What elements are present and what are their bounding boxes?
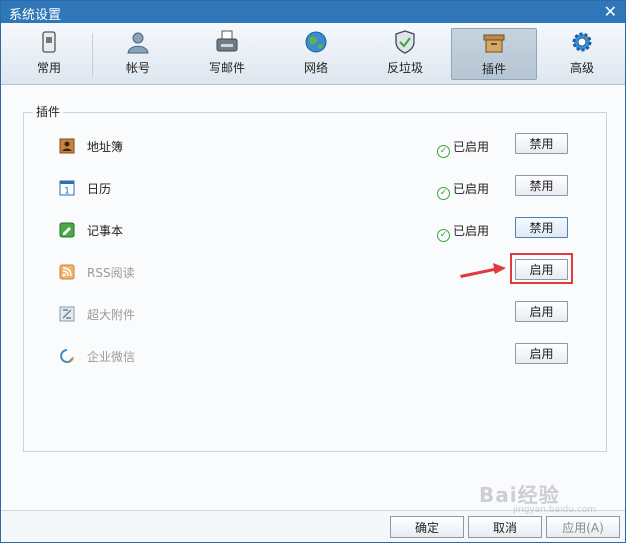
watermark-text: Bai经验 <box>479 483 560 507</box>
tab-label: 帐号 <box>125 61 150 75</box>
tab-label: 反垃圾 <box>386 61 423 75</box>
tab-label: 高级 <box>569 61 594 75</box>
tab-label: 插件 <box>481 62 506 76</box>
plugins-panel: 插件 地址簿 ✓ 已启用 禁用 1 日历 ✓ 已启用 禁用 记事本 ✓ 已启用 禁用 … <box>1 85 625 510</box>
check-icon: ✓ <box>437 229 450 242</box>
watermark: Bai经验 jingyan.baidu.com <box>479 479 599 515</box>
calendar-icon: 1 <box>59 180 75 196</box>
tab-antispam[interactable]: 反垃圾 <box>362 28 448 80</box>
tab-account[interactable]: 帐号 <box>95 28 181 80</box>
settings-toolbar: 常用 帐号 写邮件 网络 反垃圾 插件 高级 <box>1 23 625 85</box>
disable-button[interactable]: 禁用 <box>515 175 568 196</box>
globe-icon <box>305 31 327 53</box>
watermark-subtext: jingyan.baidu.com <box>513 505 597 515</box>
plugin-name: 记事本 <box>87 224 124 238</box>
status-text: 已启用 <box>453 140 490 154</box>
status-text: 已启用 <box>453 182 490 196</box>
status-badge: ✓ 已启用 <box>437 180 489 200</box>
plugins-group-label: 插件 <box>33 103 64 120</box>
check-icon: ✓ <box>437 145 450 158</box>
compose-icon <box>216 30 238 52</box>
gear-icon <box>572 32 592 52</box>
plugin-name: 日历 <box>87 182 112 196</box>
wework-icon <box>60 349 75 364</box>
enable-button[interactable]: 启用 <box>515 301 568 322</box>
notepad-icon <box>59 222 75 238</box>
check-icon: ✓ <box>437 187 450 200</box>
tab-advanced[interactable]: 高级 <box>539 28 625 80</box>
status-badge: ✓ 已启用 <box>437 222 489 242</box>
disable-button[interactable]: 禁用 <box>515 133 568 154</box>
tab-label: 写邮件 <box>208 61 245 75</box>
status-text: 已启用 <box>453 224 490 238</box>
plugin-name: 地址簿 <box>87 140 124 154</box>
ok-button[interactable]: 确定 <box>390 516 464 538</box>
apply-button[interactable]: 应用(A) <box>546 516 620 538</box>
plugin-row-calendar: 1 日历 ✓ 已启用 禁用 <box>59 175 579 201</box>
tab-divider <box>92 33 93 77</box>
cancel-button[interactable]: 取消 <box>468 516 542 538</box>
plugin-name: RSS阅读 <box>87 266 135 280</box>
enable-button[interactable]: 启用 <box>515 343 568 364</box>
plugin-name: 超大附件 <box>87 308 136 322</box>
settings-window: 系统设置 ✕ 常用 帐号 写邮件 网络 反垃圾 插件 高级 插件 地址簿 ✓ 已… <box>0 0 626 543</box>
rss-icon <box>59 264 75 280</box>
tab-general[interactable]: 常用 <box>6 28 92 80</box>
address-book-icon <box>59 138 75 154</box>
disable-button[interactable]: 禁用 <box>515 217 568 238</box>
box-icon <box>483 34 505 53</box>
user-icon <box>127 32 149 54</box>
plugin-name: 企业微信 <box>87 350 136 364</box>
tab-compose[interactable]: 写邮件 <box>184 28 270 80</box>
title-bar: 系统设置 ✕ <box>1 1 625 23</box>
phone-icon <box>42 31 56 53</box>
shield-icon <box>395 30 415 54</box>
plugin-row-notepad: 记事本 ✓ 已启用 禁用 <box>59 217 579 243</box>
tab-network[interactable]: 网络 <box>273 28 359 80</box>
tab-label: 常用 <box>36 61 61 75</box>
close-icon[interactable]: ✕ <box>604 2 617 21</box>
plugin-row-wework: 企业微信 启用 <box>59 343 579 369</box>
status-badge: ✓ 已启用 <box>437 138 489 158</box>
plugin-row-address-book: 地址簿 ✓ 已启用 禁用 <box>59 133 579 159</box>
highlight-box <box>510 253 573 284</box>
annotation-arrow-icon <box>460 263 506 278</box>
window-title: 系统设置 <box>9 8 62 23</box>
tab-label: 网络 <box>303 61 328 75</box>
svg-text:1: 1 <box>64 187 70 197</box>
plugin-row-large-attachment: 超大附件 启用 <box>59 301 579 327</box>
tab-plugins[interactable]: 插件 <box>451 28 537 80</box>
attachment-icon <box>59 306 75 322</box>
